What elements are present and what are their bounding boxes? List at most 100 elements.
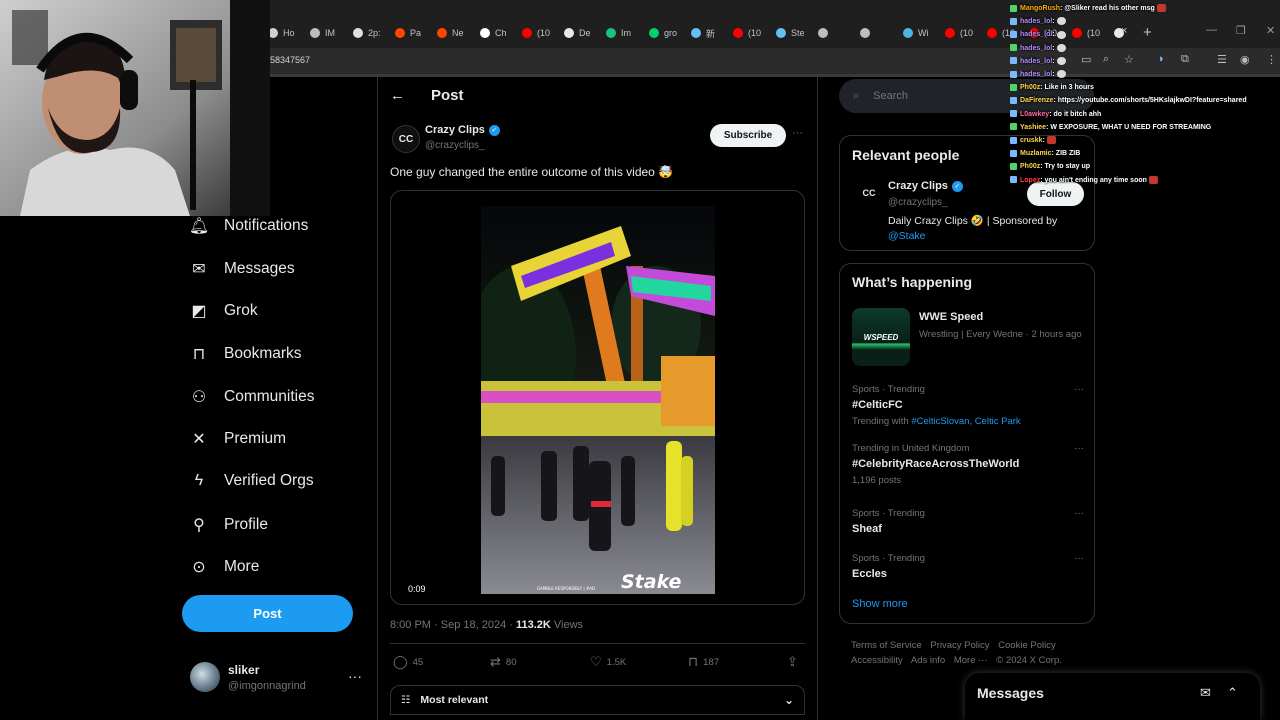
stake-watermark: Stake xyxy=(621,571,682,593)
trend-sub-link[interactable]: #CelticSlovan, Celtic Park xyxy=(911,416,1020,427)
trend-item[interactable]: Sports · Trending #CelticFC Trending with … xyxy=(852,384,1084,427)
terms-link[interactable]: Terms of Service xyxy=(851,640,922,651)
video-player[interactable]: Stake GAMBLE RESPONSIBLY | #AD 0:09 xyxy=(390,190,805,605)
chat-username: Ph00z xyxy=(1020,84,1041,92)
nav-item-label: Communities xyxy=(224,388,315,405)
lightning-icon: ϟ xyxy=(194,472,204,489)
reply-count: 45 xyxy=(412,656,424,668)
chat-message: hades_lol: xyxy=(1010,28,1280,41)
author-name[interactable]: Crazy Clips ✓ xyxy=(425,124,500,136)
account-more-icon[interactable]: ··· xyxy=(348,668,362,684)
tab-label: Ne xyxy=(452,28,464,38)
tab-favicon-icon xyxy=(649,28,659,38)
repost-button[interactable]: ⇄ 80 xyxy=(490,654,516,670)
main-right-border xyxy=(817,77,818,720)
share-button[interactable]: ⇪ xyxy=(787,654,798,670)
account-switcher[interactable]: sliker @imgonnagrind xyxy=(190,662,306,692)
subscribe-button[interactable]: Subscribe xyxy=(710,124,786,147)
chat-badge-icon xyxy=(1010,83,1017,91)
browser-tab[interactable]: Wi xyxy=(903,24,929,42)
emote-icon xyxy=(1056,56,1066,65)
featured-title[interactable]: WWE Speed xyxy=(919,311,983,323)
expand-icon[interactable]: ⌃ xyxy=(1227,685,1238,701)
trend-more-icon[interactable]: ··· xyxy=(1074,508,1084,519)
trend-name: Eccles xyxy=(852,568,887,580)
copyright: © 2024 X Corp. xyxy=(996,655,1062,666)
nav-item-label: Premium xyxy=(224,430,287,447)
reply-sort-dropdown[interactable]: ☷ Most relevant ⌄ xyxy=(390,685,805,715)
relevant-handle[interactable]: @crazyclips_ xyxy=(888,197,948,208)
featured-thumbnail[interactable]: WSPEED xyxy=(852,308,910,366)
whats-happening-title: What’s happening xyxy=(852,274,973,290)
accessibility-link[interactable]: Accessibility xyxy=(851,655,903,666)
browser-tab[interactable]: (10 xyxy=(733,24,761,42)
trend-more-icon[interactable]: ··· xyxy=(1074,384,1084,395)
browser-tab[interactable]: (10 xyxy=(522,24,550,42)
browser-tab[interactable]: 2p: xyxy=(353,24,381,42)
trend-item[interactable]: Sports · Trending Sheaf ··· xyxy=(852,508,1084,535)
footer-more-link[interactable]: More ··· xyxy=(954,655,988,666)
people-icon: ⚇ xyxy=(191,389,207,406)
bookmark-icon: ⊓ xyxy=(192,346,206,363)
browser-tab[interactable]: 新 xyxy=(691,24,715,42)
browser-tab[interactable]: De xyxy=(564,24,591,42)
trend-more-icon[interactable]: ··· xyxy=(1074,553,1084,564)
new-message-icon[interactable]: ✉ xyxy=(1200,685,1211,701)
relevant-name[interactable]: Crazy Clips ✓ xyxy=(888,180,963,192)
nav-item-label: Profile xyxy=(224,516,268,533)
trend-item[interactable]: Trending in United Kingdom #CelebrityRace… xyxy=(852,443,1084,486)
back-arrow-icon[interactable]: ← xyxy=(390,87,405,104)
compose-post-button[interactable]: Post xyxy=(182,595,353,632)
browser-tab[interactable]: IM xyxy=(310,24,335,42)
emote-icon xyxy=(1056,43,1066,52)
post-more-icon[interactable]: ··· xyxy=(792,127,803,139)
author-handle[interactable]: @crazyclips_ xyxy=(425,140,485,151)
tab-label: (10 xyxy=(537,28,551,38)
nav-item-verified-orgs[interactable]: ϟ Verified Orgs xyxy=(188,472,314,490)
chat-username: Ph00z xyxy=(1020,163,1041,171)
browser-tab[interactable] xyxy=(860,24,875,42)
browser-tab[interactable]: Ste xyxy=(776,24,805,42)
messages-drawer[interactable]: Messages ✉ ⌃ xyxy=(965,673,1260,720)
nav-item-bookmarks[interactable]: ⊓ Bookmarks xyxy=(188,344,302,364)
browser-tab[interactable]: (10 xyxy=(945,24,973,42)
bookmark-button[interactable]: ⊓ 187 xyxy=(688,654,719,670)
trend-more-icon[interactable]: ··· xyxy=(1074,443,1084,454)
reply-button[interactable]: ◯ 45 xyxy=(393,654,423,670)
tweet-text: One guy changed the entire outcome of th… xyxy=(390,165,674,179)
trend-item[interactable]: Sports · Trending Eccles ··· xyxy=(852,553,1084,580)
nav-item-messages[interactable]: ✉ Messages xyxy=(188,259,294,279)
chat-text: : do it bitch ahh xyxy=(1049,110,1102,118)
browser-tab[interactable]: Ho xyxy=(268,24,295,42)
cookie-link[interactable]: Cookie Policy xyxy=(998,640,1056,651)
browser-tab[interactable]: Ch xyxy=(480,24,507,42)
url-text[interactable]: 58347567 xyxy=(270,55,310,65)
chat-username: Yashiee xyxy=(1020,123,1047,131)
nav-item-communities[interactable]: ⚇ Communities xyxy=(188,387,315,407)
relevant-bio-text: Daily Crazy Clips 🤣 | Sponsored by xyxy=(888,215,1058,227)
account-handle: @imgonnagrind xyxy=(228,679,306,692)
nav-item-premium[interactable]: ✕ Premium xyxy=(188,429,286,449)
nav-item-notifications[interactable]: 🔔︎ Notifications xyxy=(188,216,309,236)
chat-text: : xyxy=(1052,71,1055,79)
author-avatar[interactable]: CC xyxy=(392,125,420,153)
relevant-bio-link[interactable]: @Stake xyxy=(888,229,1088,244)
video-frame[interactable]: Stake GAMBLE RESPONSIBLY | #AD xyxy=(481,206,715,594)
video-timestamp: 0:09 xyxy=(405,583,429,595)
views-label: Views xyxy=(550,619,584,631)
browser-tab[interactable]: Ne xyxy=(437,24,464,42)
show-more-link[interactable]: Show more xyxy=(852,598,908,610)
browser-tab[interactable]: Pa xyxy=(395,24,421,42)
ads-info-link[interactable]: Ads info xyxy=(911,655,945,666)
relevant-avatar[interactable]: CC xyxy=(858,182,880,204)
like-button[interactable]: ♡ 1.5K xyxy=(590,654,626,670)
privacy-link[interactable]: Privacy Policy xyxy=(930,640,989,651)
nav-item-profile[interactable]: ⚲ Profile xyxy=(188,515,268,535)
browser-tab[interactable]: Im xyxy=(606,24,631,42)
nav-item-grok[interactable]: ◩ Grok xyxy=(188,301,257,321)
nav-item-more[interactable]: ⊙ More xyxy=(188,557,259,577)
browser-tab[interactable] xyxy=(818,24,833,42)
chat-badge-icon xyxy=(1010,70,1017,78)
browser-tab[interactable]: gro xyxy=(649,24,677,42)
footer-links: Terms of Service Privacy Policy Cookie P… xyxy=(851,638,1101,668)
